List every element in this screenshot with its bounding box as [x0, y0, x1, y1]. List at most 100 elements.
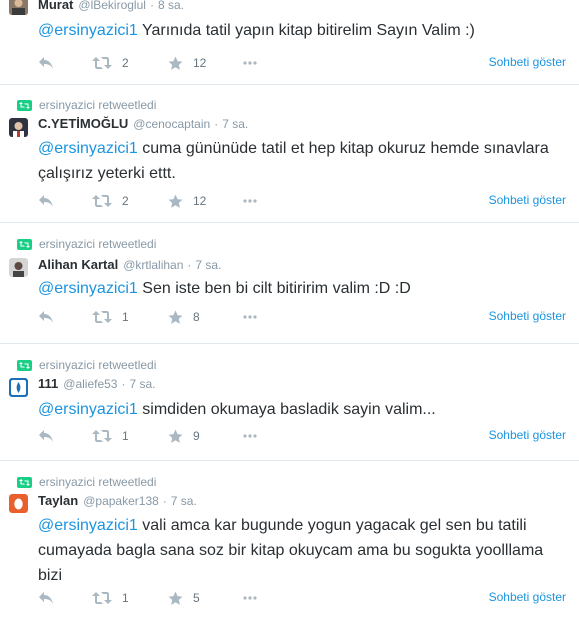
star-icon	[168, 194, 183, 208]
user-fullname[interactable]: Murat	[38, 0, 73, 12]
favorite-button[interactable]: 8	[168, 308, 200, 326]
tweet-timestamp[interactable]: 7 sa.	[129, 377, 155, 391]
tweet-text: @ersinyazici1 cuma gününüde tatil et hep…	[38, 136, 563, 186]
show-conversation-link[interactable]: Sohbeti göster	[489, 309, 566, 323]
mention-link[interactable]: @ersinyazici1	[38, 280, 138, 297]
tweet-actions: 2 12 Sohbeti göster	[38, 192, 568, 210]
tweet-text: @ersinyazici1 Sen iste ben bi cilt bitir…	[38, 276, 563, 301]
avatar[interactable]	[9, 494, 28, 513]
user-handle[interactable]: @papaker138	[83, 494, 159, 508]
tweet-header: Taylan @papaker138 · 7 sa.	[38, 493, 197, 511]
star-icon	[168, 429, 183, 443]
retweet-context-icon	[17, 238, 32, 250]
reply-icon	[39, 57, 53, 69]
tweet-actions: 2 12 Sohbeti göster	[38, 54, 568, 72]
avatar[interactable]	[9, 258, 28, 277]
more-icon	[243, 61, 257, 65]
favorite-button[interactable]: 12	[168, 192, 206, 210]
retweet-count: 1	[122, 429, 129, 443]
tweet-actions: 1 8 Sohbeti göster	[38, 308, 568, 326]
user-handle[interactable]: @cenocaptain	[133, 117, 210, 131]
more-button[interactable]	[243, 589, 257, 607]
show-conversation-link[interactable]: Sohbeti göster	[489, 590, 566, 604]
retweet-icon	[92, 311, 112, 323]
retweet-icon	[92, 430, 112, 442]
tweet-actions: 1 9 Sohbeti göster	[38, 427, 568, 445]
reply-icon	[39, 195, 53, 207]
retweet-context: ersinyazici retweetledi	[17, 98, 156, 112]
retweet-context-text[interactable]: ersinyazici retweetledi	[39, 98, 156, 112]
avatar[interactable]	[9, 118, 28, 137]
more-button[interactable]	[243, 308, 257, 326]
retweet-context-text[interactable]: ersinyazici retweetledi	[39, 237, 156, 251]
mention-link[interactable]: @ersinyazici1	[38, 140, 138, 157]
tweet-header: Alihan Kartal @krtlalihan · 7 sa.	[38, 257, 221, 275]
tweet-timestamp[interactable]: 7 sa.	[171, 494, 197, 508]
tweet[interactable]: Murat @lBekiroglul · 8 sa. @ersinyazici1…	[0, 0, 579, 85]
avatar[interactable]	[9, 0, 28, 15]
tweet[interactable]: ersinyazici retweetledi Taylan @papaker1…	[0, 461, 579, 620]
retweet-button[interactable]: 1	[92, 589, 129, 607]
tweet-text: @ersinyazici1 simdiden okumaya basladik …	[38, 397, 563, 422]
reply-button[interactable]	[38, 308, 54, 326]
retweet-context-icon	[17, 359, 32, 371]
more-button[interactable]	[243, 427, 257, 445]
avatar[interactable]	[9, 378, 28, 397]
mention-link[interactable]: @ersinyazici1	[38, 401, 138, 418]
show-conversation-link[interactable]: Sohbeti göster	[489, 193, 566, 207]
user-fullname[interactable]: C.YETİMOĞLU	[38, 116, 128, 131]
separator-dot: ·	[162, 494, 167, 508]
favorite-button[interactable]: 5	[168, 589, 200, 607]
more-button[interactable]	[243, 192, 257, 210]
retweet-context-text[interactable]: ersinyazici retweetledi	[39, 475, 156, 489]
retweet-icon	[92, 592, 112, 604]
retweet-count: 2	[122, 56, 129, 70]
reply-button[interactable]	[38, 589, 54, 607]
tweet-timestamp[interactable]: 7 sa.	[195, 258, 221, 272]
reply-icon	[39, 430, 53, 442]
more-icon	[243, 596, 257, 600]
user-fullname[interactable]: Alihan Kartal	[38, 257, 118, 272]
user-fullname[interactable]: Taylan	[38, 493, 78, 508]
reply-icon	[39, 311, 53, 323]
retweet-button[interactable]: 2	[92, 54, 129, 72]
star-icon	[168, 56, 183, 70]
more-icon	[243, 434, 257, 438]
tweet-timestamp[interactable]: 7 sa.	[222, 117, 248, 131]
tweet[interactable]: ersinyazici retweetledi C.YETİMOĞLU @cen…	[0, 85, 579, 223]
show-conversation-link[interactable]: Sohbeti göster	[489, 55, 566, 69]
separator-dot: ·	[149, 0, 154, 12]
mention-link[interactable]: @ersinyazici1	[38, 517, 138, 534]
favorite-count: 12	[193, 56, 207, 70]
user-handle[interactable]: @krtlalihan	[123, 258, 183, 272]
tweet[interactable]: ersinyazici retweetledi 111 @aliefe53 · …	[0, 344, 579, 461]
tweet-body: Yarınıda tatil yapın kitap bitirelim Say…	[137, 22, 475, 39]
more-icon	[243, 315, 257, 319]
more-icon	[243, 199, 257, 203]
reply-button[interactable]	[38, 54, 54, 72]
tweet-timestamp[interactable]: 8 sa.	[158, 0, 184, 12]
retweet-context-text[interactable]: ersinyazici retweetledi	[39, 358, 156, 372]
tweet-text: @ersinyazici1 Yarınıda tatil yapın kitap…	[38, 18, 563, 43]
more-button[interactable]	[243, 54, 257, 72]
user-handle[interactable]: @aliefe53	[63, 377, 117, 391]
mention-link[interactable]: @ersinyazici1	[38, 22, 138, 39]
favorite-button[interactable]: 12	[168, 54, 206, 72]
retweet-button[interactable]: 1	[92, 427, 129, 445]
reply-button[interactable]	[38, 192, 54, 210]
separator-dot: ·	[214, 117, 219, 131]
reply-button[interactable]	[38, 427, 54, 445]
tweet-header: Murat @lBekiroglul · 8 sa.	[38, 0, 184, 15]
retweet-button[interactable]: 2	[92, 192, 129, 210]
show-conversation-link[interactable]: Sohbeti göster	[489, 428, 566, 442]
tweet-actions: 1 5 Sohbeti göster	[38, 589, 568, 607]
favorite-count: 9	[193, 429, 200, 443]
retweet-count: 1	[122, 310, 129, 324]
star-icon	[168, 310, 183, 324]
user-handle[interactable]: @lBekiroglul	[78, 0, 146, 12]
retweet-button[interactable]: 1	[92, 308, 129, 326]
user-fullname[interactable]: 111	[38, 376, 58, 391]
tweet[interactable]: ersinyazici retweetledi Alihan Kartal @k…	[0, 223, 579, 344]
retweet-context-icon	[17, 476, 32, 488]
favorite-button[interactable]: 9	[168, 427, 200, 445]
